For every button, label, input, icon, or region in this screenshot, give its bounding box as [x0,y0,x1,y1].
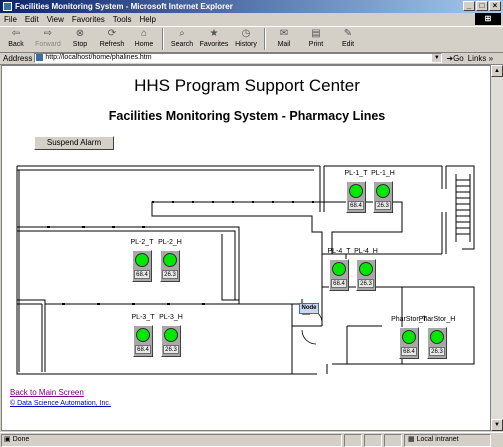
search-icon: ⌕ [179,28,185,39]
security-zone: ▦ Local intranet [404,433,491,447]
status-indicator-icon [376,184,390,198]
menu-file[interactable]: File [0,15,21,24]
search-button[interactable]: ⌕ Search [166,27,198,51]
address-input[interactable]: http://localhost/home/phalines.htm ▼ [34,53,443,63]
minimize-button[interactable]: _ [463,1,475,11]
status-indicator-icon [136,328,150,342]
history-button[interactable]: ◷ History [230,27,262,51]
sensor-value: 68.4 [135,345,151,354]
status-cell [344,433,362,447]
menu-edit[interactable]: Edit [21,15,43,24]
print-icon: ▤ [311,28,321,39]
vertical-scrollbar[interactable]: ▲ ▼ [491,65,503,431]
sensor-value: 26.3 [358,279,374,288]
address-url: http://localhost/home/phalines.htm [45,54,152,61]
title-bar: Facilities Monitoring System - Microsoft… [0,0,503,13]
status-indicator-icon [349,184,363,198]
toolbar: ⇦ Back ⇨ Forward ⊗ Stop ⟳ Refresh ⌂ Home ⌕ Sea… [0,26,503,53]
page-icon [36,54,44,61]
go-button[interactable]: ➔Go [442,54,467,63]
status-indicator-icon [430,330,444,344]
status-text: ▣ Done [1,433,342,447]
address-bar: Address http://localhost/home/phalines.h… [0,52,503,65]
menu-bar: File Edit View Favorites Tools Help [0,13,503,25]
copyright-link[interactable]: © Data Science Automation, Inc. [10,400,111,407]
scroll-up-icon[interactable]: ▲ [491,65,503,77]
sensor-value: 68.4 [401,347,417,356]
status-indicator-icon [135,253,149,267]
mail-icon: ✉ [279,28,289,39]
status-bar: ▣ Done ▦ Local intranet [0,432,503,447]
windows-logo-icon: ⊞ [475,13,501,25]
page-done-icon: ▣ [4,435,13,443]
refresh-icon: ⟳ [107,28,117,39]
sensor-value: 26.3 [162,270,178,279]
history-icon: ◷ [241,28,251,39]
status-indicator-icon [163,253,177,267]
edit-button[interactable]: ✎ Edit [332,27,364,51]
status-indicator-icon [402,330,416,344]
toolbar-separator [264,28,266,50]
print-button[interactable]: ▤ Print [300,27,332,51]
home-button[interactable]: ⌂ Home [128,27,160,51]
home-icon: ⌂ [140,28,148,39]
stop-button[interactable]: ⊗ Stop [64,27,96,51]
menu-tools[interactable]: Tools [109,15,136,24]
back-button[interactable]: ⇦ Back [0,27,32,51]
status-indicator-icon [332,262,346,276]
mail-button[interactable]: ✉ Mail [268,27,300,51]
favorites-icon: ★ [209,28,219,39]
window-title: Facilities Monitoring System - Microsoft… [15,2,233,11]
maximize-button[interactable]: □ [476,1,488,11]
sensor-value: 68.4 [331,279,347,288]
forward-button[interactable]: ⇨ Forward [32,27,64,51]
page-content: HHS Program Support Center Facilities Mo… [1,65,491,431]
menu-favorites[interactable]: Favorites [68,15,109,24]
edit-icon: ✎ [343,28,353,39]
page-title: HHS Program Support Center [134,76,360,95]
stop-icon: ⊗ [75,28,85,39]
sensor-value: 68.4 [134,270,150,279]
forward-arrow-icon: ⇨ [43,28,53,39]
address-label: Address [3,53,33,63]
status-indicator-icon [359,262,373,276]
ie-icon [3,2,12,11]
sensor-value: 26.3 [429,347,445,356]
favorites-button[interactable]: ★ Favorites [198,27,230,51]
suspend-alarm-button[interactable]: Suspend Alarm [34,136,114,150]
links-button[interactable]: Links » [468,54,493,63]
menu-view[interactable]: View [43,15,68,24]
toolbar-separator [162,28,164,50]
status-indicator-icon [164,328,178,342]
refresh-button[interactable]: ⟳ Refresh [96,27,128,51]
status-cell [364,433,382,447]
scroll-down-icon[interactable]: ▼ [491,419,503,431]
intranet-icon: ▦ [408,435,417,443]
status-cell [384,433,402,447]
back-arrow-icon: ⇦ [11,28,21,39]
menu-help[interactable]: Help [135,15,159,24]
page-subtitle: Facilities Monitoring System - Pharmacy … [108,109,386,123]
node-button[interactable]: Node [299,303,319,314]
close-button[interactable]: × [489,1,501,11]
sensor-value: 26.3 [163,345,179,354]
back-to-main-link[interactable]: Back to Main Screen [10,388,84,397]
address-dropdown-icon[interactable]: ▼ [432,54,442,62]
browser-window: Facilities Monitoring System - Microsoft… [0,0,503,447]
sensor-value: 26.3 [375,201,391,210]
sensor-value: 68.4 [348,201,364,210]
